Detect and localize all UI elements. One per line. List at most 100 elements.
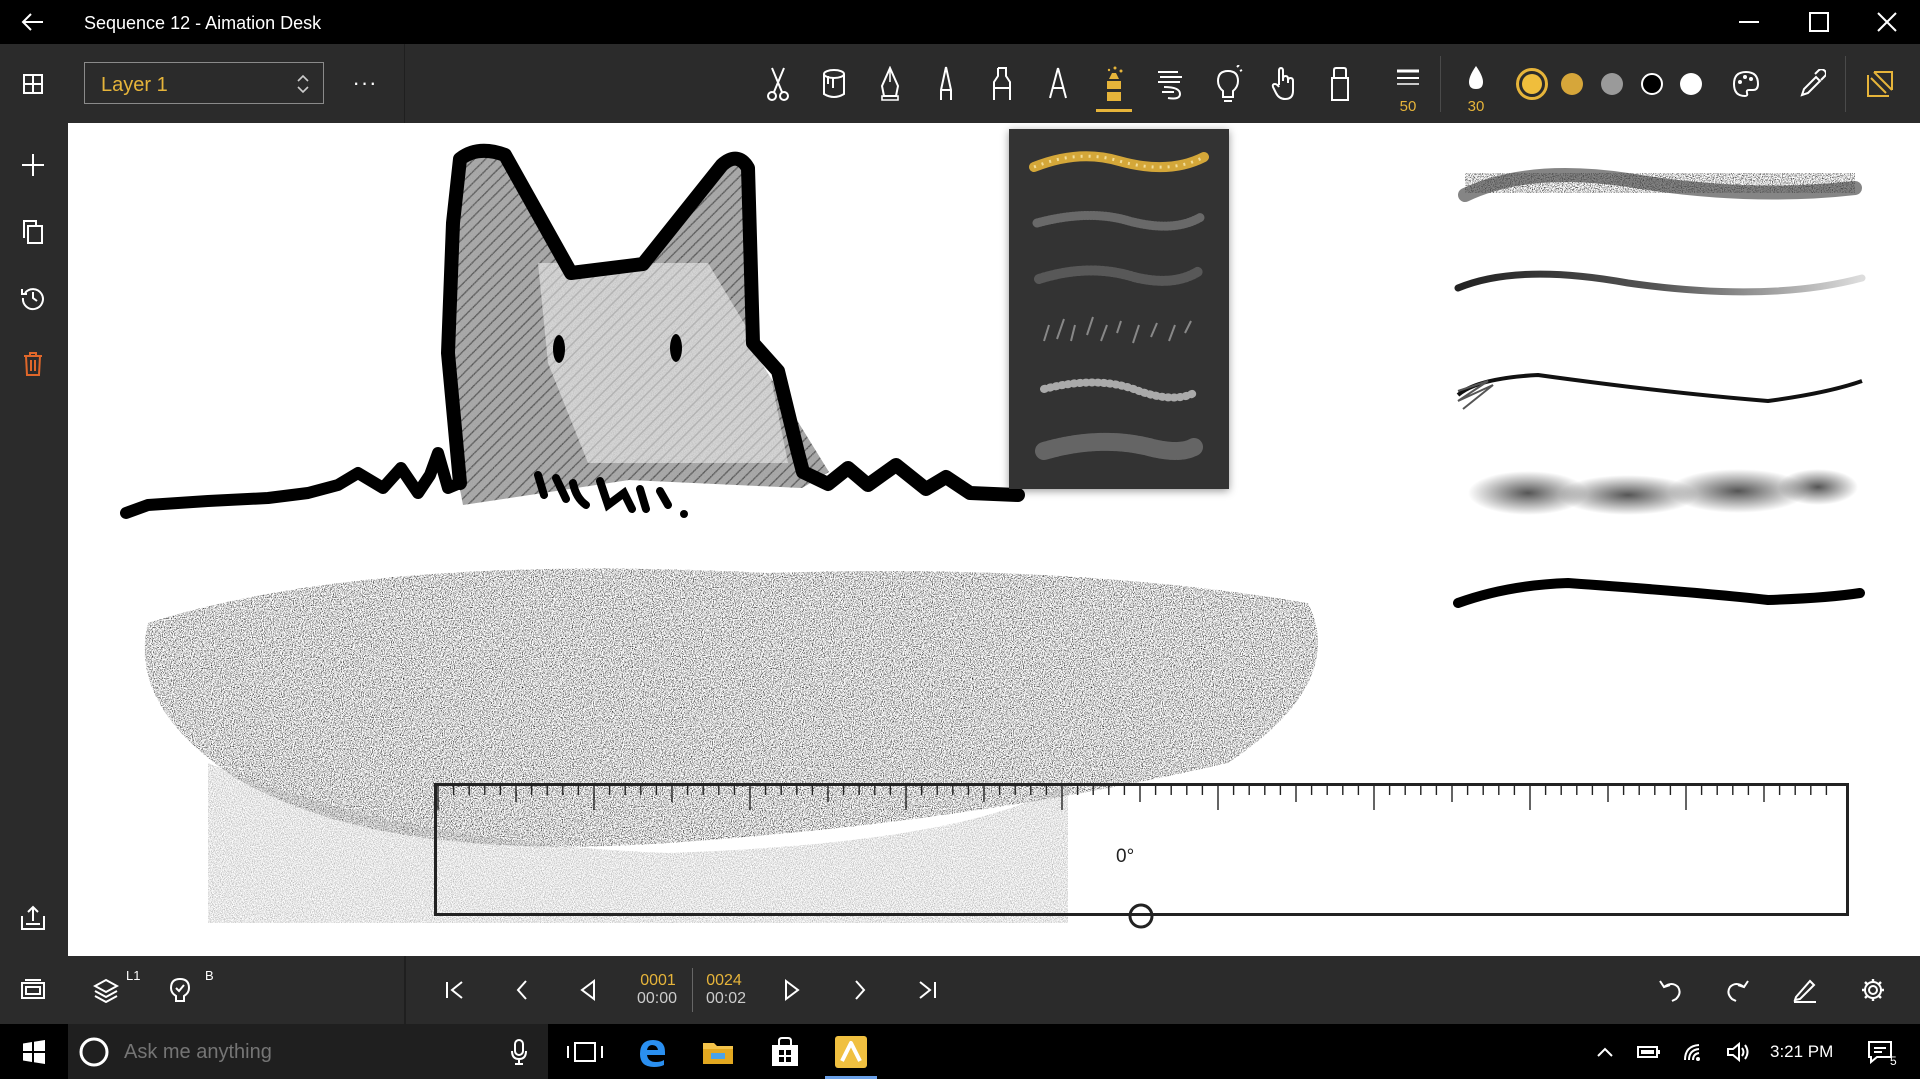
first-frame-button[interactable] (427, 962, 483, 1018)
onion-skin-tag: B (205, 968, 214, 983)
brush-style-gray-noise[interactable] (1034, 265, 1204, 286)
brush-style-hatch[interactable] (1043, 316, 1192, 344)
task-view-button[interactable] (553, 1024, 617, 1079)
pen-tool[interactable] (866, 58, 914, 110)
window-title: Sequence 12 - Aimation Desk (84, 13, 322, 33)
color-swatch-active[interactable] (1516, 68, 1548, 100)
redo-button[interactable] (1710, 962, 1766, 1018)
light-tool[interactable] (1204, 58, 1252, 110)
action-center-button[interactable] (1860, 1024, 1900, 1079)
duplicate-frame-button[interactable] (0, 207, 66, 257)
left-sidebar (0, 123, 66, 956)
calligraphy-pen-icon (1049, 67, 1067, 99)
paint-bucket-icon (823, 69, 845, 98)
blur-tool[interactable] (1146, 58, 1194, 110)
brush-style-gold-sparkle[interactable] (1029, 151, 1209, 173)
animation-desk-taskbar-button[interactable] (819, 1024, 883, 1079)
history-button[interactable] (0, 273, 66, 323)
grid-icon (23, 73, 43, 94)
delete-frame-button[interactable] (0, 339, 66, 389)
network-indicator[interactable] (1678, 1024, 1712, 1079)
system-clock[interactable]: 3:21 PM (1770, 1042, 1833, 1062)
play-button[interactable] (764, 962, 820, 1018)
toolbar-separator (1440, 56, 1441, 112)
brush-style-popup (1009, 129, 1229, 489)
more-options-button[interactable]: ··· (346, 66, 384, 100)
settings-button[interactable] (1845, 962, 1901, 1018)
volume-indicator[interactable] (1722, 1024, 1756, 1079)
show-hidden-icons-button[interactable] (1588, 1024, 1622, 1079)
color-swatch-black[interactable] (1641, 73, 1663, 95)
total-frame-time: 00:02 (705, 990, 747, 1007)
pen-mode-button[interactable] (1777, 962, 1833, 1018)
marker-tool[interactable] (978, 58, 1026, 110)
brush-size-button[interactable] (1384, 52, 1432, 104)
light-table-button[interactable] (152, 962, 208, 1018)
battery-indicator[interactable] (1632, 1024, 1666, 1079)
undo-icon (1659, 980, 1681, 1002)
brush-style-gray-grain[interactable] (1032, 211, 1206, 231)
palette-icon (1732, 70, 1760, 98)
opacity-button[interactable] (1452, 52, 1500, 104)
file-explorer-button[interactable] (686, 1024, 750, 1079)
start-button[interactable] (0, 1024, 68, 1079)
bucket-tool[interactable] (810, 58, 858, 110)
search-box[interactable] (68, 1024, 548, 1079)
back-button[interactable] (0, 0, 66, 44)
cortana-icon (79, 1037, 109, 1067)
play-backward-button[interactable] (560, 962, 616, 1018)
chevron-up-icon (1597, 1047, 1613, 1057)
hand-icon (1271, 66, 1294, 101)
brush-style-chalk[interactable] (1035, 432, 1203, 460)
calligraphy-tool[interactable] (1034, 58, 1082, 110)
scissors-icon (767, 67, 789, 101)
next-frame-button[interactable] (832, 962, 888, 1018)
scissors-tool[interactable] (754, 58, 802, 110)
undo-button[interactable] (1642, 962, 1698, 1018)
eraser-tool[interactable] (1316, 58, 1364, 110)
search-input[interactable] (122, 1037, 486, 1067)
frames-panel-button[interactable] (5, 962, 61, 1018)
finger-tool[interactable] (1260, 58, 1308, 110)
export-button[interactable] (0, 893, 66, 943)
minimize-button[interactable] (1716, 0, 1782, 44)
wifi-icon (1684, 1043, 1700, 1061)
brush-style-dots[interactable] (1040, 378, 1198, 402)
maximize-button[interactable] (1786, 0, 1852, 44)
opacity-value: 30 (1467, 98, 1485, 115)
edge-icon (640, 1039, 665, 1067)
close-button[interactable] (1854, 0, 1920, 44)
edge-browser-button[interactable] (620, 1024, 684, 1079)
eyedropper-button[interactable] (1788, 58, 1836, 110)
grid-view-button[interactable] (0, 44, 66, 123)
color-swatch-gray[interactable] (1601, 73, 1623, 95)
brush-size-value: 50 (1399, 98, 1417, 115)
rotate-canvas-button[interactable] (1856, 58, 1904, 110)
last-frame-button[interactable] (899, 962, 955, 1018)
stroke-width-icon (1397, 69, 1419, 85)
blur-brush-icon (1158, 71, 1182, 100)
layer-name: Layer 1 (101, 74, 168, 96)
brush-style-list (1029, 151, 1209, 460)
current-frame-time: 00:00 (636, 990, 678, 1007)
previous-frame-button[interactable] (494, 962, 550, 1018)
share-icon (21, 905, 45, 930)
color-swatch-white[interactable] (1680, 73, 1702, 95)
arrow-left-icon (21, 13, 43, 31)
skip-start-icon (446, 981, 463, 999)
microphone-icon (511, 1039, 527, 1065)
store-button[interactable] (753, 1024, 817, 1079)
title-bar: Sequence 12 - Aimation Desk (0, 0, 1920, 44)
technical-pen-tool[interactable] (922, 58, 970, 110)
palette-button[interactable] (1722, 58, 1770, 110)
chevron-left-icon (516, 980, 527, 1000)
total-frame-number: 0024 (706, 972, 742, 989)
ruler-guide[interactable] (434, 783, 1849, 916)
fx-brush-tool[interactable] (1090, 58, 1138, 112)
skip-end-icon (919, 981, 936, 999)
layer-selector[interactable]: Layer 1 (84, 62, 324, 104)
color-swatch-gold[interactable] (1561, 73, 1583, 95)
add-frame-button[interactable] (0, 140, 66, 190)
eyedropper-icon (1800, 69, 1826, 97)
toolbar-separator (1845, 56, 1846, 112)
